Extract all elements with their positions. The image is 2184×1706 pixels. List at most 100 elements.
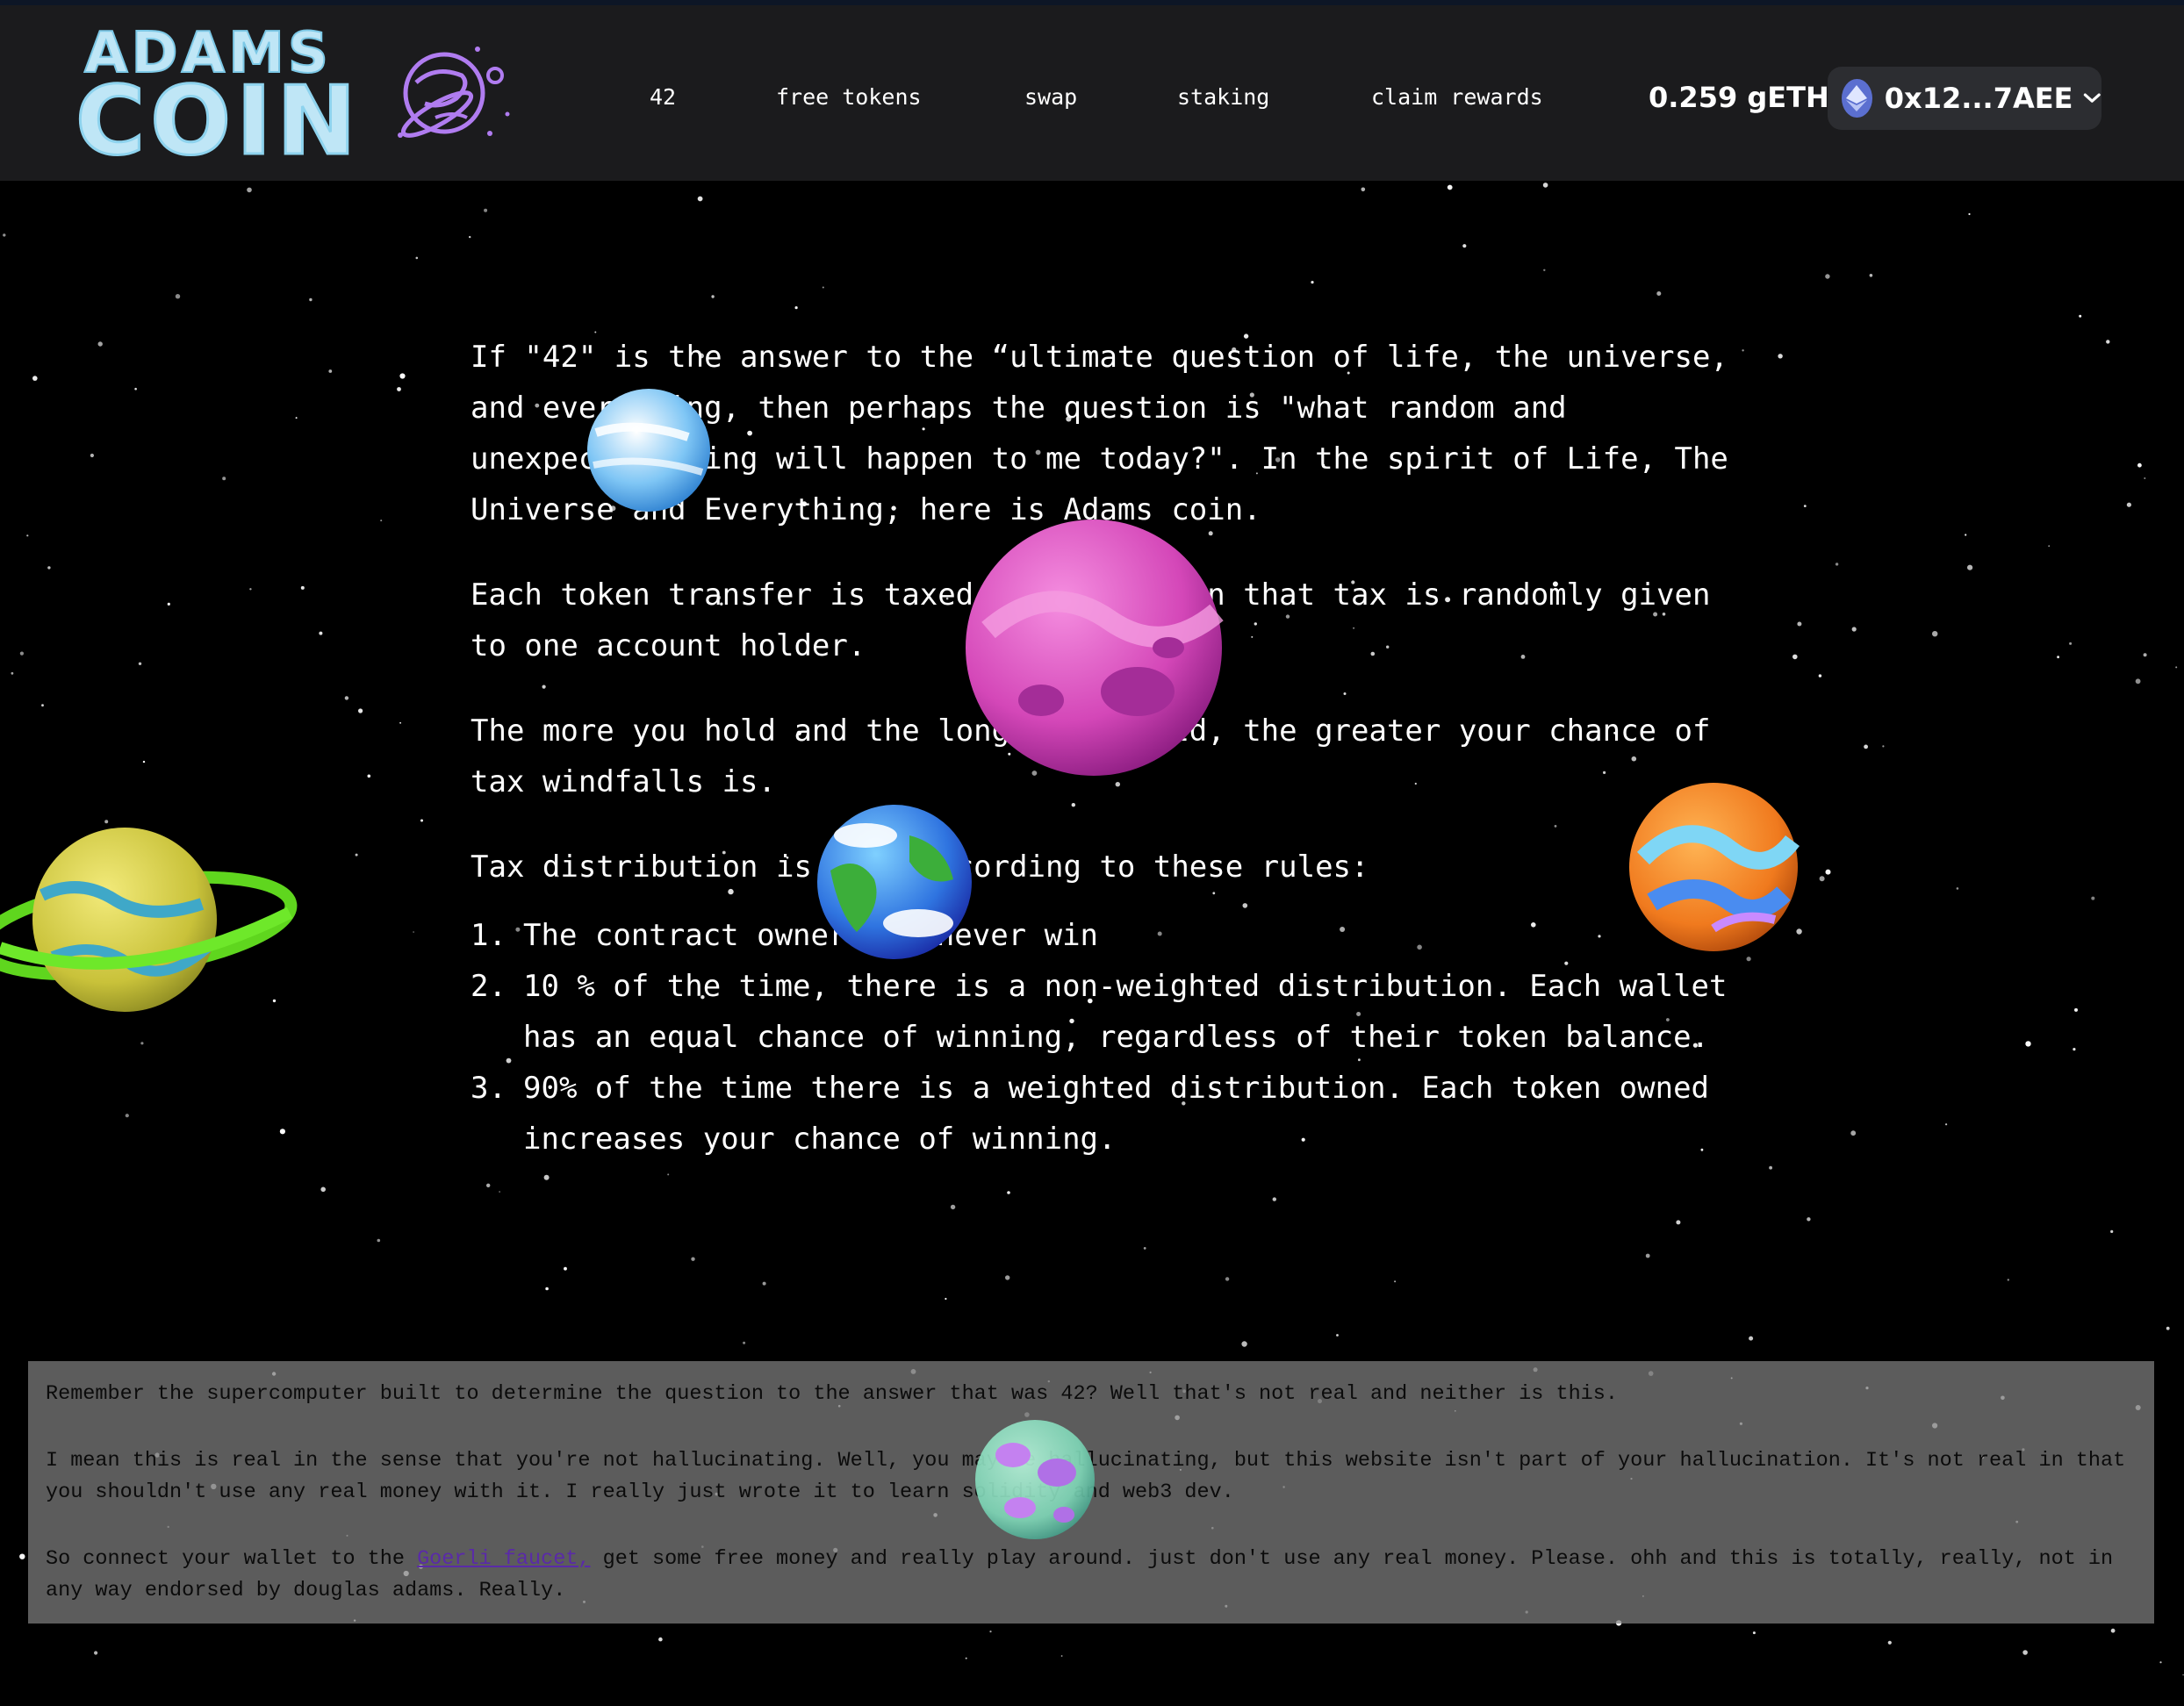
logo-text-coin: COIN [75, 66, 362, 178]
star [2166, 1326, 2170, 1330]
star [134, 387, 137, 391]
star [945, 1297, 947, 1301]
star [1749, 1336, 1754, 1341]
star [545, 1287, 549, 1291]
star [2091, 896, 2095, 900]
star [2159, 1661, 2162, 1664]
star [1835, 563, 1839, 566]
chevron-down-icon [2084, 93, 2101, 103]
star [415, 256, 419, 260]
ethereum-icon [1842, 79, 1872, 118]
star [2074, 1007, 2078, 1012]
star [1752, 1631, 1756, 1635]
nav-link-claim-rewards[interactable]: claim rewards [1371, 84, 1543, 110]
star [822, 286, 824, 289]
star [1850, 1130, 1857, 1136]
star [1932, 631, 1938, 637]
star [691, 1257, 695, 1261]
star [1645, 1253, 1650, 1258]
star [1956, 887, 1959, 890]
star [26, 534, 29, 537]
star [1851, 627, 1857, 632]
star [543, 1174, 550, 1180]
star [1143, 1247, 1146, 1250]
star [295, 417, 298, 419]
star [3, 233, 6, 237]
star [1797, 621, 1802, 627]
nav-link-staking[interactable]: staking [1177, 84, 1269, 110]
star [320, 1186, 327, 1193]
star [743, 1341, 746, 1344]
star [2106, 340, 2110, 344]
star [1825, 869, 1831, 875]
disclaimer-text: So connect your wallet to the [46, 1547, 418, 1571]
star [1225, 1277, 1230, 1281]
star [1447, 184, 1453, 190]
star [989, 1631, 992, 1633]
star [1945, 1123, 1948, 1126]
star [1394, 1280, 1397, 1283]
star [484, 208, 488, 212]
star [1746, 957, 1751, 962]
orange-swirl-planet-icon [1629, 783, 1800, 951]
star [41, 704, 44, 707]
star [300, 585, 305, 590]
star [90, 453, 94, 458]
star [1819, 876, 1825, 882]
adams-coin-logo[interactable]: ADAMS COIN [75, 20, 514, 178]
star [2048, 545, 2051, 548]
rules-heading: Tax distribution is done according to th… [471, 849, 1369, 885]
star [19, 651, 24, 656]
star [397, 387, 401, 391]
star [1241, 1341, 1247, 1347]
star [2110, 1628, 2116, 1633]
star [247, 187, 252, 193]
star [1882, 745, 1885, 748]
star [697, 196, 703, 202]
star [309, 297, 313, 302]
star [367, 774, 371, 778]
star [328, 369, 333, 373]
star [420, 819, 423, 822]
star [2069, 642, 2073, 645]
star [1462, 244, 1467, 248]
star [1311, 281, 1314, 284]
star [1968, 212, 1971, 216]
rule-text: The contract owner can never win [523, 918, 1099, 953]
disclaimer-paragraph: So connect your wallet to the Goerli fau… [46, 1544, 2137, 1607]
star [1007, 1191, 1010, 1194]
pink-planet-icon [966, 520, 1224, 776]
nav-link-free-tokens[interactable]: free tokens [776, 84, 922, 110]
star [138, 662, 142, 665]
star [1965, 534, 1967, 536]
star [94, 1651, 98, 1655]
rule-text: 90% of the time there is a weighted dist… [523, 1071, 1710, 1157]
star [1887, 1640, 1892, 1645]
star [564, 1266, 567, 1271]
star [1060, 1655, 1063, 1657]
star [2135, 678, 2141, 685]
wallet-account-button[interactable]: 0x12...7AEE [1828, 67, 2101, 130]
nav-link-42[interactable]: 42 [650, 84, 676, 110]
goerli-faucet-link[interactable]: Goerli faucet, [417, 1547, 590, 1571]
rule-number: 3. [471, 1071, 506, 1106]
star [2143, 653, 2147, 657]
nav-link-swap[interactable]: swap [1024, 84, 1077, 110]
star [222, 477, 226, 481]
star [1005, 1275, 1010, 1280]
earth-planet-icon [817, 805, 972, 959]
rule-number: 2. [471, 969, 506, 1004]
rules-list: 1. The contract owner can never win 2. 1… [471, 910, 1735, 1165]
star [279, 1129, 285, 1135]
star [1676, 1220, 1681, 1225]
star [1543, 269, 1546, 271]
star [2073, 1048, 2076, 1051]
star [2110, 1229, 2114, 1233]
star [965, 1657, 967, 1659]
star [762, 1281, 766, 1286]
star [97, 341, 103, 347]
star [1542, 183, 1548, 188]
star [1769, 1165, 1772, 1170]
star [140, 1042, 144, 1045]
star [499, 1191, 500, 1193]
